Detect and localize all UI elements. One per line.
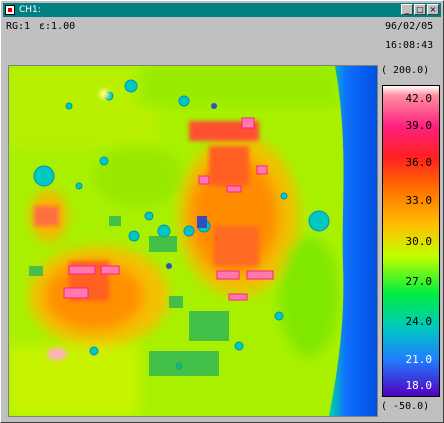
scale-tick: 27.0	[405, 275, 433, 288]
app-icon[interactable]	[5, 5, 15, 15]
thermal-viewer-window: CH1: _ □ × RG:1 ε:1.00 96/02/05 16:08:43	[0, 0, 444, 423]
title-bar[interactable]: CH1: _ □ ×	[3, 3, 441, 17]
time-readout: 16:08:43	[385, 40, 434, 51]
range-readout: RG:1	[6, 21, 31, 32]
scale-tick: 21.0	[405, 353, 433, 366]
minimize-button[interactable]: _	[401, 4, 413, 15]
scale-tick: 30.0	[405, 235, 433, 248]
scale-tick: 18.0	[405, 379, 433, 392]
scale-tick: 33.0	[405, 194, 433, 207]
scale-tick: 39.0	[405, 119, 433, 132]
date-readout: 96/02/05	[385, 21, 434, 32]
window-title: CH1:	[19, 5, 41, 15]
max-range-label: ( 200.0)	[381, 65, 430, 76]
close-button[interactable]: ×	[427, 4, 439, 15]
scale-tick: 36.0	[405, 156, 433, 169]
thermal-image[interactable]	[8, 65, 378, 417]
temperature-color-scale: 42.0 39.0 36.0 33.0 30.0 27.0 24.0 21.0 …	[382, 85, 440, 397]
min-range-label: ( -50.0)	[381, 401, 430, 412]
thermal-heatmap	[9, 66, 377, 416]
scale-tick: 24.0	[405, 315, 433, 328]
maximize-button[interactable]: □	[414, 4, 426, 15]
scale-tick: 42.0	[405, 92, 433, 105]
emissivity-readout: ε:1.00	[39, 21, 76, 32]
